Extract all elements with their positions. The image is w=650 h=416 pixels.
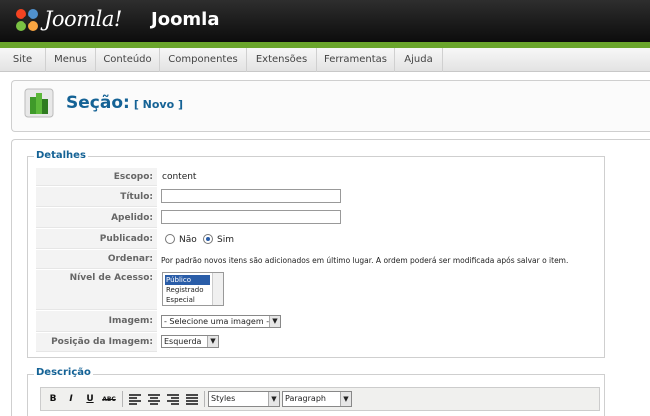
chevron-down-icon: ▼ [269,316,280,327]
page-title: Seção:[ Novo ] [66,93,183,113]
chevron-down-icon: ▼ [340,392,351,406]
image-select-value: - Selecione uma imagem - [164,317,270,326]
joomla-logo-icon [16,9,38,31]
menu-extensoes[interactable]: Extensões [247,48,317,72]
menu-menus[interactable]: Menus [46,48,96,72]
strikethrough-button[interactable]: ABC [101,392,117,407]
site-title: Joomla [151,9,220,30]
chevron-down-icon: ▼ [268,392,279,406]
menu-site[interactable]: Site [0,48,46,72]
menu-ferramentas[interactable]: Ferramentas [317,48,395,72]
bold-button[interactable]: B [45,392,61,407]
styles-select[interactable]: Styles ▼ [208,391,280,407]
align-justify-icon[interactable] [184,392,200,407]
image-select[interactable]: - Selecione uma imagem - ▼ [161,315,281,328]
align-right-icon[interactable] [165,392,181,407]
details-legend: Detalhes [34,150,88,161]
section-icon [24,88,54,118]
published-label: Publicado: [36,229,157,249]
scope-value: content [162,172,197,182]
paragraph-select-value: Paragraph [285,394,326,403]
italic-button[interactable]: I [63,392,79,407]
toolbar-separator [204,391,205,407]
access-label: Nível de Acesso: [36,270,157,310]
main-menu: Site Menus Conteúdo Componentes Extensõe… [0,48,650,72]
alias-label: Apelido: [36,208,157,228]
align-left-icon[interactable] [127,392,143,407]
order-text: Por padrão novos itens são adicionados e… [161,256,569,265]
published-yes-radio[interactable] [203,234,213,244]
access-option-registrado[interactable]: Registrado [165,285,210,295]
order-label: Ordenar: [36,250,157,269]
page-title-text: Seção: [66,93,130,113]
image-position-select[interactable]: Esquerda ▼ [161,335,219,348]
image-label: Imagem: [36,311,157,332]
published-yes-label: Sim [217,235,234,245]
page-subtitle: [ Novo ] [133,98,184,111]
description-legend: Descrição [34,367,93,378]
title-input[interactable] [161,189,341,203]
image-position-value: Esquerda [164,337,202,346]
published-no-radio[interactable] [165,234,175,244]
header-bar: Joomla! Joomla [0,0,650,42]
align-center-icon[interactable] [146,392,162,407]
listbox-scrollbar[interactable] [212,273,223,305]
scope-label: Escopo: [36,168,157,186]
menu-ajuda[interactable]: Ajuda [395,48,443,72]
menu-conteudo[interactable]: Conteúdo [96,48,160,72]
underline-button[interactable]: U [82,392,98,407]
access-option-especial[interactable]: Especial [165,295,210,305]
toolbar-separator [122,391,123,407]
paragraph-select[interactable]: Paragraph ▼ [282,391,352,407]
image-position-label: Posição da Imagem: [36,333,157,352]
brand-logo-text: Joomla! [44,7,122,31]
alias-input[interactable] [161,210,341,224]
chevron-down-icon: ▼ [207,336,218,347]
styles-select-value: Styles [211,394,236,403]
published-no-label: Não [179,235,197,245]
access-option-publico[interactable]: Público [165,275,210,285]
access-level-listbox[interactable]: Público Registrado Especial [162,272,224,306]
menu-componentes[interactable]: Componentes [160,48,247,72]
title-label: Título: [36,187,157,207]
